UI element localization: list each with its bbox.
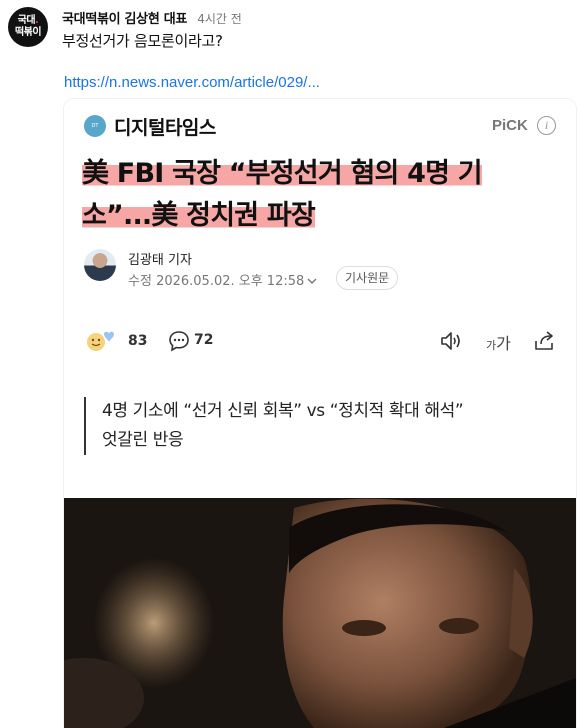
article-meta: 수정 2026.05.02. 오후 12:58 (128, 270, 317, 289)
font-size-large-label: 가 (496, 334, 511, 353)
comment-icon[interactable] (168, 330, 190, 352)
share-icon[interactable] (532, 329, 556, 353)
article-link[interactable]: https://n.news.naver.com/article/029/... (64, 74, 320, 91)
audio-icon[interactable] (439, 330, 463, 352)
original-article-button[interactable]: 기사원문 (336, 266, 399, 290)
pick-badge: PiCK (492, 117, 528, 134)
article-summary: 4명 기소에 “선거 신뢰 회복” vs “정치적 확대 해석” 엇갈린 반응 (84, 397, 544, 455)
font-size-button[interactable]: 가가 (486, 330, 511, 354)
reporter-name[interactable]: 김광태 기자 (128, 249, 192, 268)
headline-line1: 美 FBI 국장 “부정선거 혐의 4명 기 (82, 158, 483, 189)
author-name[interactable]: 국대떡볶이 김상현 대표 (62, 12, 187, 27)
headline-line2: 소”...美 정치권 파장 (82, 200, 316, 231)
comment-count: 72 (194, 332, 214, 348)
press-logo: DT (84, 115, 106, 137)
post-header: 국대. 떡볶이 국대떡볶이 김상현 대표 4시간 전 부정선거가 음모론이라고? (8, 7, 580, 51)
reaction-count: 83 (128, 333, 148, 349)
post-text: 부정선거가 음모론이라고? (62, 32, 223, 50)
article-headline: 美 FBI 국장 “부정선거 혐의 4명 기 소”...美 정치권 파장 (82, 153, 542, 237)
press-name[interactable]: 디지털타임스 (114, 113, 216, 140)
article-photo-image (64, 498, 576, 728)
avatar-text-line2: 떡볶이 (14, 27, 42, 38)
summary-line2: 엇갈린 반응 (102, 430, 184, 450)
modified-datetime: 2026.05.02. 오후 12:58 (156, 274, 305, 289)
reaction-emoji-icon[interactable] (84, 329, 118, 353)
reporter-photo[interactable] (84, 249, 116, 281)
article-photo[interactable] (64, 498, 576, 728)
font-size-small-label: 가 (486, 339, 497, 352)
news-card[interactable]: DT 디지털타임스 PiCK i 美 FBI 국장 “부정선거 혐의 4명 기 … (64, 99, 576, 728)
author-line: 국대떡볶이 김상현 대표 4시간 전 (62, 8, 242, 27)
author-avatar[interactable]: 국대. 떡볶이 (8, 7, 48, 47)
article-toolbar: 83 72 가가 (64, 327, 576, 357)
avatar-text-line1: 국대. (17, 15, 39, 26)
modified-label: 수정 (128, 274, 152, 289)
summary-line1: 4명 기소에 “선거 신뢰 회복” vs “정치적 확대 해석” (102, 401, 464, 421)
chevron-down-icon[interactable] (307, 274, 317, 289)
post-time: 4시간 전 (197, 12, 242, 26)
info-icon[interactable]: i (537, 116, 556, 135)
